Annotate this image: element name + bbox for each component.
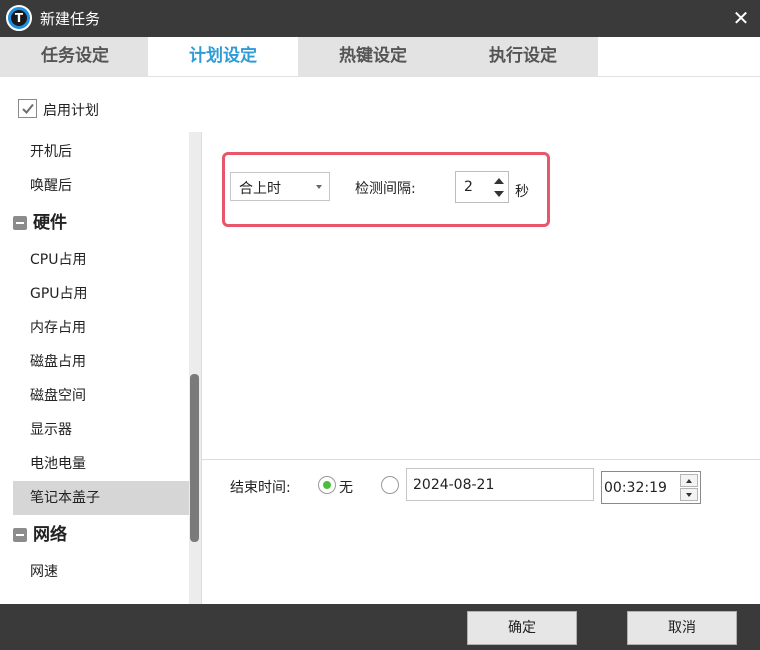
title-bar: T 新建任务 ✕ (0, 0, 760, 37)
end-time-label: 结束时间: (230, 480, 291, 496)
interval-label: 检测间隔: (355, 181, 416, 197)
sidebar-item-after-boot[interactable]: 开机后 (13, 135, 189, 169)
chevron-up-icon (686, 479, 692, 483)
enable-plan-label: 启用计划 (43, 103, 99, 119)
ok-button[interactable]: 确定 (467, 611, 577, 645)
sidebar-item-gpu[interactable]: GPU占用 (13, 277, 189, 311)
collapse-icon[interactable] (13, 528, 27, 542)
enable-plan-checkbox[interactable] (18, 99, 37, 118)
tab-task-settings[interactable]: 任务设定 (0, 37, 150, 76)
trigger-list: 开机后 唤醒后 硬件 CPU占用 GPU占用 内存占用 磁盘占用 磁盘空间 显示… (0, 132, 200, 604)
cancel-button[interactable]: 取消 (627, 611, 737, 645)
end-none-label[interactable]: 无 (339, 477, 353, 497)
sidebar-group-label: 网络 (33, 525, 67, 545)
close-icon[interactable]: ✕ (730, 7, 752, 29)
sidebar-item-disk-usage[interactable]: 磁盘占用 (13, 345, 189, 379)
sidebar-group-network[interactable]: 网络 (13, 518, 189, 552)
sidebar-item-disk-space[interactable]: 磁盘空间 (13, 379, 189, 413)
app-logo-letter: T (11, 10, 27, 26)
sidebar-group-hardware[interactable]: 硬件 (13, 206, 189, 240)
time-decrement-button[interactable] (680, 488, 698, 501)
tab-bar: 任务设定 计划设定 热键设定 执行设定 (0, 37, 760, 77)
app-logo-icon: T (6, 5, 32, 31)
section-divider (201, 459, 760, 460)
chevron-down-icon (686, 493, 692, 497)
checkmark-icon (22, 103, 34, 114)
sidebar-item-cpu[interactable]: CPU占用 (13, 243, 189, 277)
dialog-footer: 确定 取消 (0, 604, 760, 650)
tab-hotkey-settings[interactable]: 热键设定 (298, 37, 448, 76)
decrement-icon[interactable] (492, 188, 506, 200)
collapse-icon[interactable] (13, 216, 27, 230)
end-date-radio[interactable] (381, 476, 399, 494)
tab-plan-settings[interactable]: 计划设定 (148, 37, 298, 76)
interval-stepper[interactable]: 2 (455, 171, 509, 203)
time-increment-button[interactable] (680, 474, 698, 487)
end-date-value: 2024-08-21 (413, 477, 495, 493)
sidebar-item-after-wake[interactable]: 唤醒后 (13, 169, 189, 203)
sidebar-item-memory[interactable]: 内存占用 (13, 311, 189, 345)
window-title: 新建任务 (40, 10, 101, 28)
lid-state-value: 合上时 (239, 181, 281, 197)
interval-unit: 秒 (515, 184, 529, 200)
sidebar-item-battery[interactable]: 电池电量 (13, 447, 189, 481)
end-date-field[interactable]: 2024-08-21 (406, 468, 594, 501)
tab-execution-settings[interactable]: 执行设定 (448, 37, 598, 76)
increment-icon[interactable] (492, 175, 506, 187)
sidebar-group-label: 硬件 (33, 213, 67, 233)
lid-state-select[interactable]: 合上时 (230, 172, 330, 201)
panel-divider (201, 132, 202, 604)
sidebar-item-net-speed[interactable]: 网速 (13, 555, 189, 589)
sidebar-item-display[interactable]: 显示器 (13, 413, 189, 447)
end-time-value: 00:32:19 (604, 480, 667, 496)
end-none-radio[interactable] (318, 476, 336, 494)
interval-value[interactable]: 2 (464, 179, 473, 195)
sidebar-item-laptop-lid[interactable]: 笔记本盖子 (13, 481, 189, 515)
sidebar-scrollbar-thumb[interactable] (190, 374, 199, 542)
end-time-field[interactable]: 00:32:19 (601, 471, 701, 504)
chevron-down-icon (316, 185, 322, 189)
